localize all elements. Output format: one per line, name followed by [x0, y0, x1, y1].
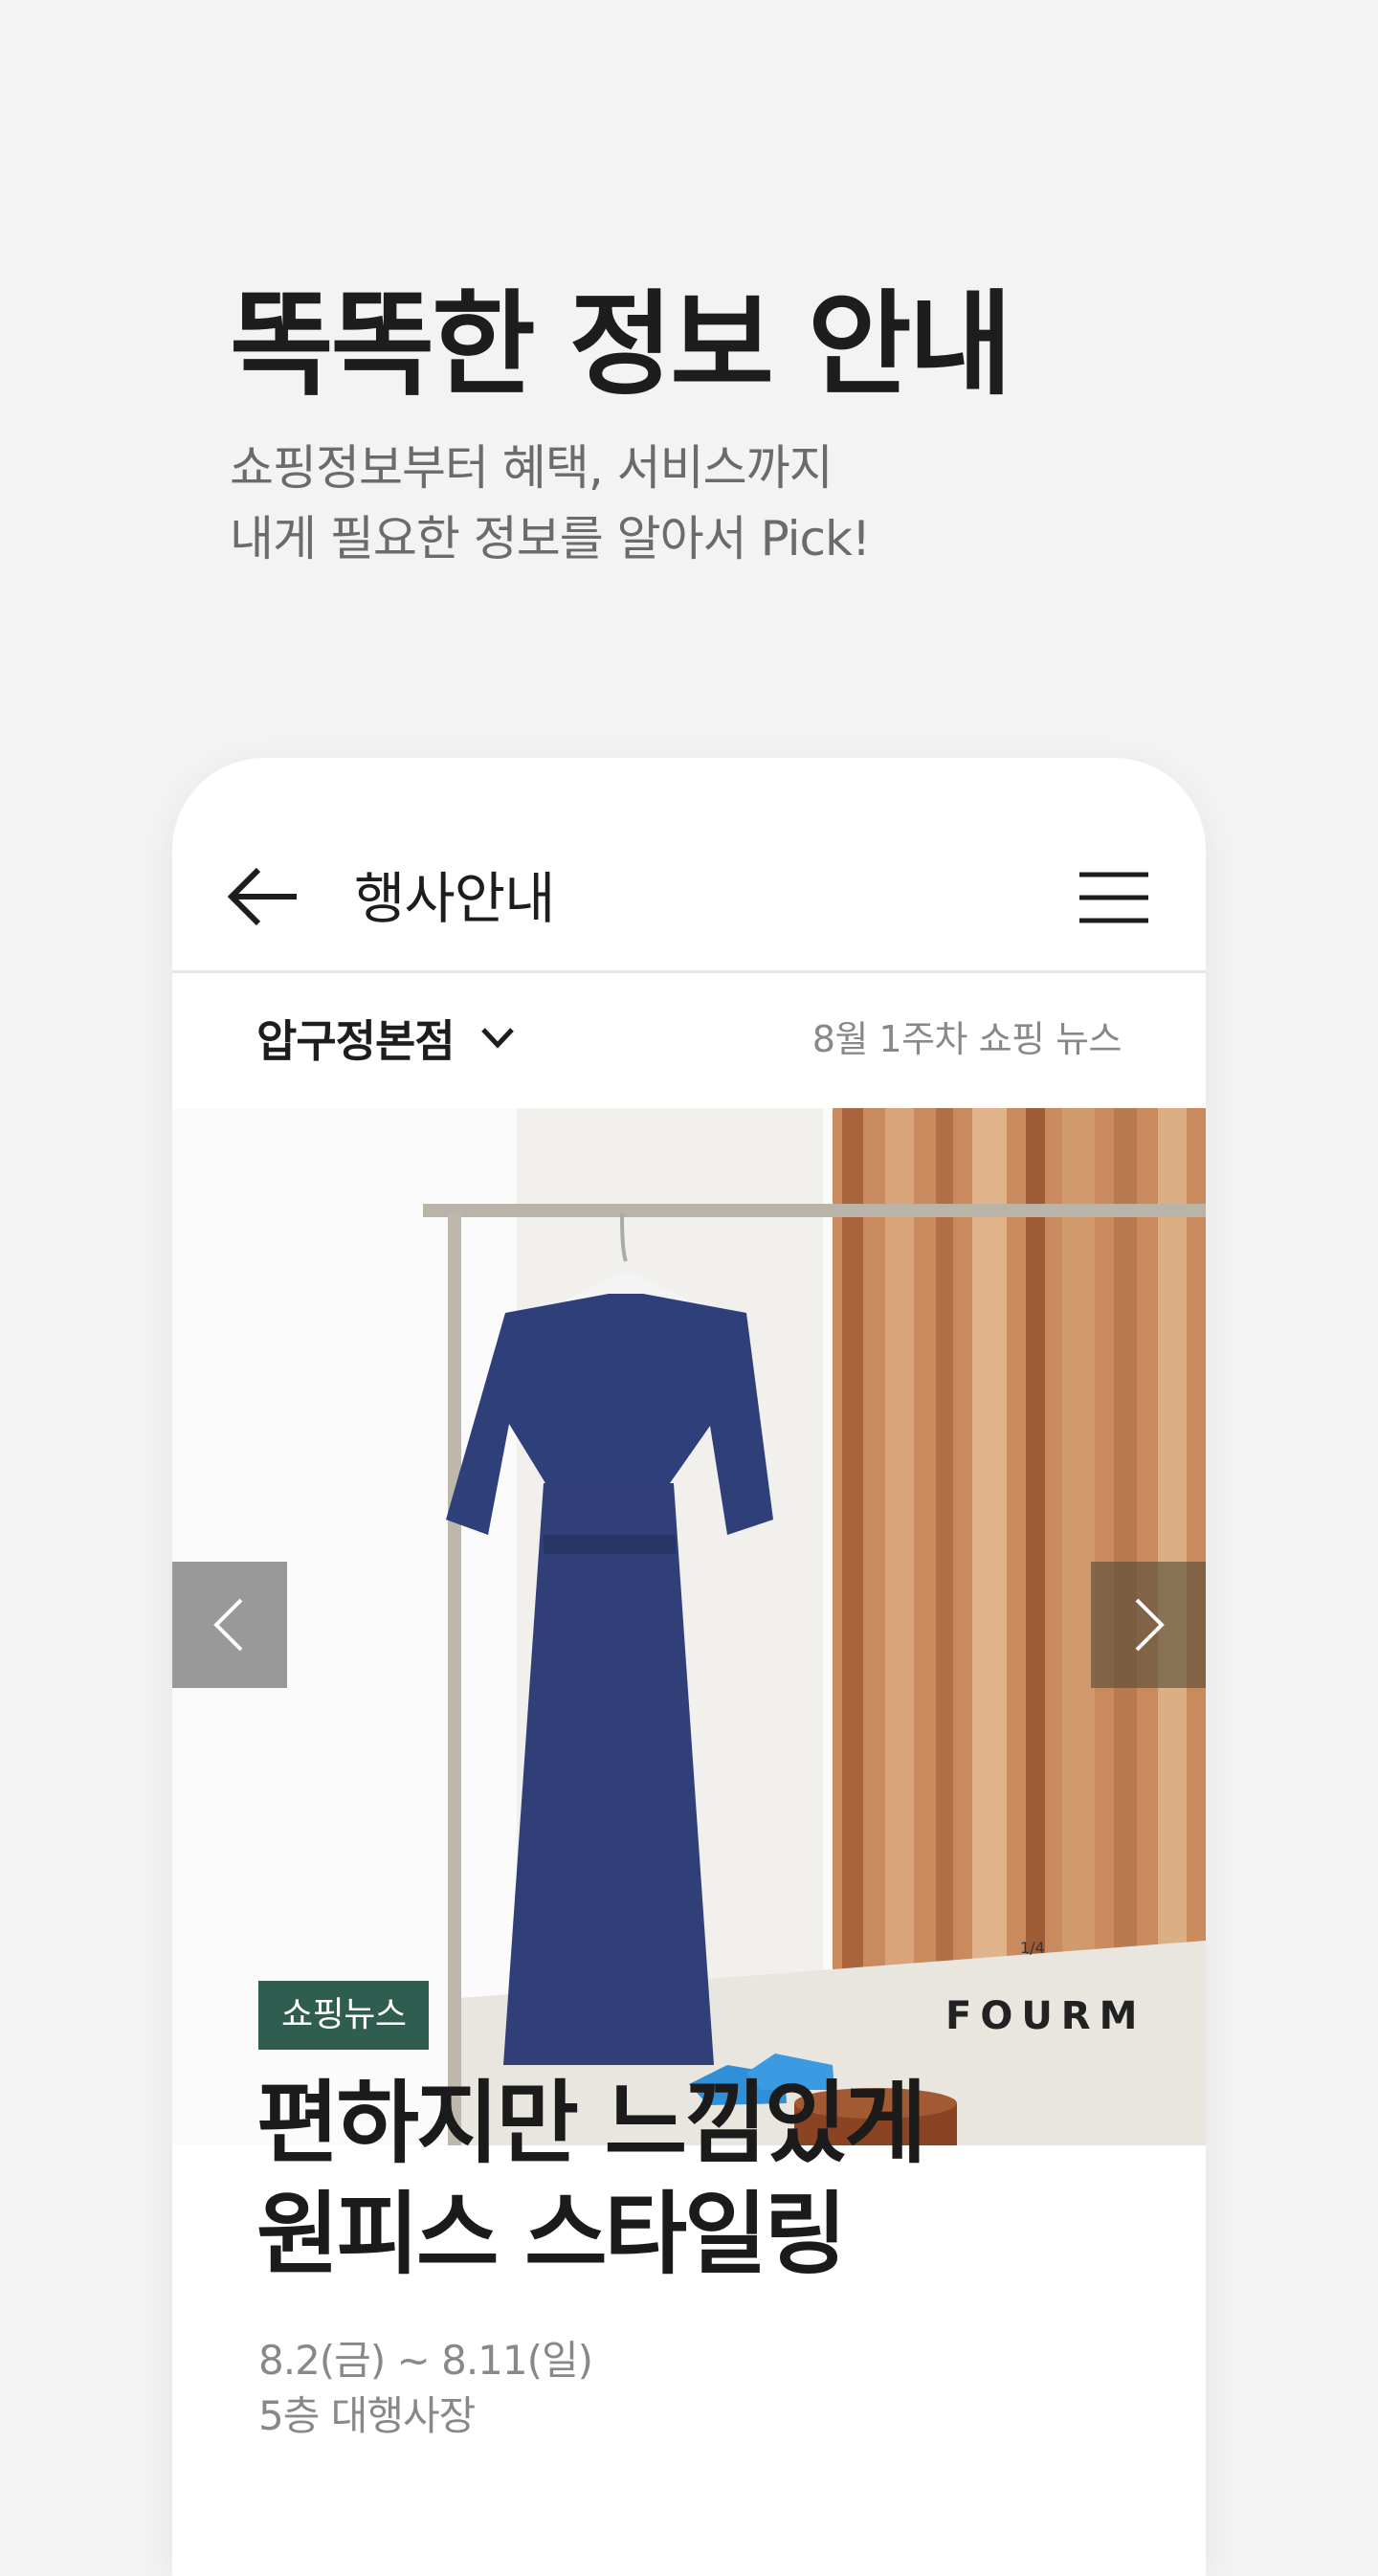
hero-subtitle: 쇼핑정보부터 혜택, 서비스까지 내게 필요한 정보를 알아서 Pick! [230, 433, 1010, 574]
headline-line1: 편하지만 느낌있게 [256, 2072, 927, 2176]
headline-line2: 원피스 스타일링 [256, 2183, 847, 2287]
article-headline[interactable]: 편하지만 느낌있게 원피스 스타일링 [256, 2069, 927, 2291]
store-label: 압구정본점 [256, 1015, 456, 1067]
week-info: 8월 1주차 쇼핑 뉴스 [811, 1018, 1122, 1060]
hero-section: 똑똑한 정보 안내 쇼핑정보부터 혜택, 서비스까지 내게 필요한 정보를 알아… [230, 278, 1012, 574]
brand-logo: FOURM [945, 1994, 1146, 2038]
back-button[interactable] [226, 863, 302, 930]
event-location: 5층 대행사장 [258, 2392, 476, 2439]
hero-subtitle-line2: 내게 필요한 정보를 알아서 Pick! [230, 511, 871, 566]
hero-title: 똑똑한 정보 안내 [230, 278, 1012, 411]
hamburger-menu-icon [1079, 872, 1148, 923]
phone-mockup: 행사안내 압구정본점 8월 1주차 쇼핑 뉴스 1/4 FOURM 쇼핑뉴스 편… [172, 758, 1206, 2576]
menu-button[interactable] [1078, 869, 1150, 926]
category-badge: 쇼핑뉴스 [258, 1981, 430, 2050]
carousel-prev-button[interactable] [172, 1562, 287, 1688]
carousel-next-button[interactable] [1091, 1562, 1206, 1688]
store-select[interactable]: 압구정본점 [256, 1005, 516, 1072]
event-date: 8.2(금) ~ 8.11(일) [258, 2337, 593, 2384]
store-bar: 압구정본점 8월 1주차 쇼핑 뉴스 [172, 976, 1206, 1100]
page-title: 행사안내 [354, 866, 555, 931]
hero-subtitle-line1: 쇼핑정보부터 혜택, 서비스까지 [230, 440, 833, 496]
event-info: 8.2(금) ~ 8.11(일) 5층 대행사장 [258, 2333, 593, 2444]
app-header: 행사안내 [172, 758, 1206, 973]
chevron-down-icon [480, 1028, 514, 1049]
chevron-left-icon [213, 1598, 243, 1652]
carousel-counter: 1/4 [1020, 1939, 1045, 1957]
chevron-right-icon [1135, 1598, 1165, 1652]
arrow-left-icon [227, 867, 297, 926]
